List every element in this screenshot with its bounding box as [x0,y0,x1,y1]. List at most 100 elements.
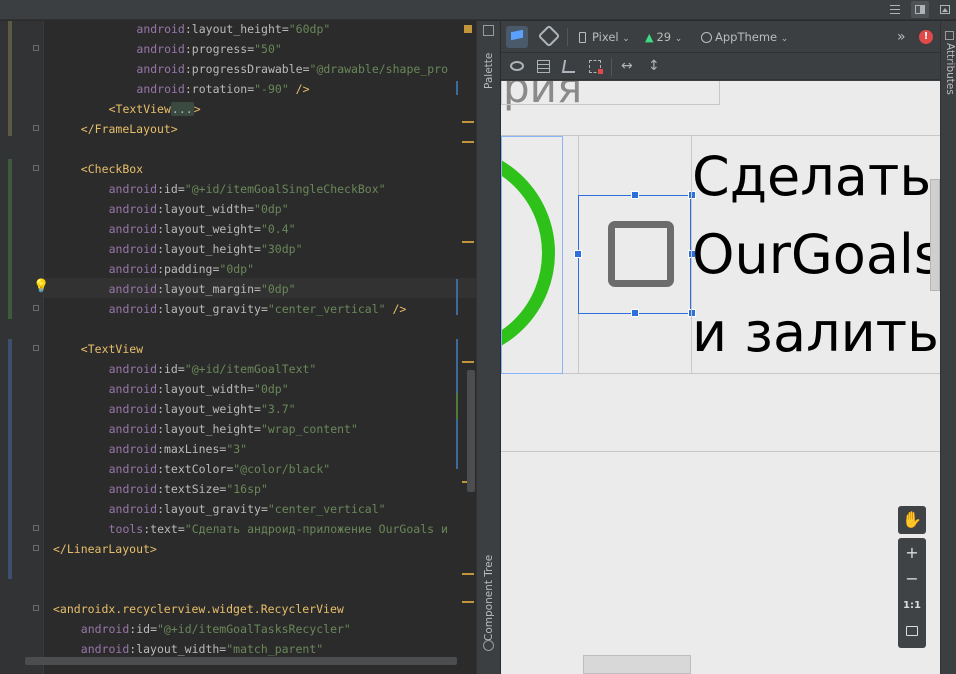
row-divider [501,451,940,452]
view-options-eye-icon[interactable] [510,61,524,71]
warning-marker[interactable] [462,241,474,243]
code-line[interactable]: android:rotation="-90" /> [136,79,309,99]
device-dropdown[interactable]: Pixel ⌄ [579,26,630,48]
warning-marker[interactable] [464,25,472,33]
code-line[interactable]: android:id="@+id/itemGoalTasksRecycler" [81,619,351,639]
resize-handle[interactable] [631,309,639,317]
attr-namespace: android [108,302,158,316]
code-line[interactable]: android:layout_height="wrap_content" [109,419,358,439]
fold-marker[interactable] [33,545,39,551]
split-view-button[interactable] [911,1,929,18]
code-line[interactable]: android:id="@+id/itemGoalSingleCheckBox" [109,179,386,199]
theme-icon [701,32,712,43]
more-actions-button[interactable]: » [897,26,906,48]
checkbox-icon[interactable] [608,221,674,287]
attr-name: id [164,362,178,376]
attr-value: "center_vertical" [267,502,386,516]
code-line[interactable]: </LinearLayout> [53,539,157,559]
editor-vertical-scrollbar[interactable] [467,370,475,492]
zoom-to-fit-button[interactable] [898,620,926,644]
resize-handle[interactable] [574,250,582,258]
chevron-down-icon: ⌄ [780,34,789,44]
zoom-out-button[interactable]: − [898,566,926,592]
attr-value: "0dp" [219,262,255,276]
blueprint-icon[interactable] [537,60,550,73]
change-marker [8,21,12,136]
design-canvas[interactable]: рия Сделать OurGoals и залить [501,81,940,674]
code-line[interactable]: android:layout_height="60dp" [136,21,330,39]
fold-marker[interactable] [33,605,39,611]
code-line[interactable]: android:layout_width="0dp" [109,199,289,219]
code-line[interactable]: android:padding="0dp" [109,259,254,279]
code-line[interactable]: android:textSize="16sp" [109,479,268,499]
code-line[interactable]: android:id="@+id/itemGoalText" [109,359,317,379]
code-line[interactable]: android:layout_height="30dp" [109,239,303,259]
actual-size-button[interactable]: 1:1 [898,594,926,618]
resize-handle[interactable] [631,191,639,199]
code-line[interactable]: <androidx.recyclerview.widget.RecyclerVi… [53,599,344,619]
code-line[interactable]: android:layout_gravity="center_vertical" [109,499,386,519]
code-line[interactable]: android:layout_gravity="center_vertical"… [109,299,407,319]
fold-marker[interactable] [33,165,39,171]
editor-horizontal-scrollbar[interactable] [25,657,457,665]
code-line[interactable]: android:layout_width="match_parent" [81,639,323,659]
horizontal-expand-icon[interactable]: ↔ [621,58,633,74]
component-tree-tab[interactable]: Component Tree [483,555,495,641]
api-level-dropdown[interactable]: ▲ 29 ⌄ [645,26,682,48]
fold-gutter [20,21,44,674]
code-view-button[interactable] [886,1,904,18]
fold-marker[interactable] [33,45,39,51]
code-line[interactable]: android:textColor="@color/black" [109,459,331,479]
fold-marker[interactable] [33,345,39,351]
theme-dropdown[interactable]: AppTheme ⌄ [701,26,788,48]
attributes-icon [945,31,954,40]
orientation-icon[interactable] [537,24,561,48]
error-badge-icon[interactable]: ! [919,30,933,44]
attributes-tab[interactable]: Attributes [944,43,956,95]
toolbar-separator [611,58,612,76]
attr-namespace: android [108,182,158,196]
code-line[interactable]: android:progress="50" [136,39,281,59]
code-line[interactable]: android:layout_width="0dp" [109,379,289,399]
code-line[interactable]: android:maxLines="3" [109,439,248,459]
android-icon: ▲ [645,31,654,44]
fold-marker[interactable] [33,525,39,531]
change-marker-strip [0,21,20,674]
lightbulb-icon[interactable]: 💡 [33,279,49,294]
vertical-expand-icon[interactable]: ↕ [648,58,660,74]
xml-code-editor[interactable]: 💡 android:layout_height="60dp" android:pr… [0,21,476,674]
hand-icon: ✋ [902,510,922,529]
checkbox-selection[interactable] [574,191,696,317]
code-line[interactable]: android:layout_weight="3.7" [109,399,296,419]
design-view-button[interactable] [936,1,954,18]
palette-tab[interactable]: Palette [483,53,495,89]
warning-marker[interactable] [462,121,474,123]
code-line[interactable]: </FrameLayout> [81,119,178,139]
attr-name: id [164,182,178,196]
zoom-in-button[interactable]: + [898,540,926,566]
layers-icon [511,29,523,41]
code-line[interactable]: android:progressDrawable="@drawable/shap… [136,59,448,79]
warning-marker[interactable] [462,141,474,143]
pan-hand-button[interactable]: ✋ [898,506,926,534]
toolbar-separator [567,28,568,46]
code-line[interactable]: android:layout_margin="0dp" [109,279,296,299]
warning-marker[interactable] [462,573,474,575]
code-line[interactable]: <TextView...> [109,99,201,119]
fold-marker[interactable] [33,125,39,131]
code-line[interactable]: android:layout_weight="0.4" [109,219,296,239]
attr-value: "0dp" [260,282,296,296]
goal-text-view[interactable]: Сделать OurGoals и залить [691,136,940,374]
disable-constraints-icon[interactable] [561,60,578,73]
goal-text-line: Сделать [692,145,932,208]
code-line[interactable]: <CheckBox [81,159,143,179]
chevron-down-icon: ⌄ [622,34,630,44]
code-line[interactable]: tools:text="Сделать андроид-приложение O… [109,519,448,539]
code-line[interactable]: <TextView [81,339,143,359]
warning-marker[interactable] [462,601,474,603]
attr-namespace: android [136,22,185,36]
warning-marker[interactable] [462,361,474,363]
clear-constraints-icon[interactable] [589,60,603,74]
layers-button[interactable] [506,26,528,48]
fold-marker[interactable] [33,305,39,311]
